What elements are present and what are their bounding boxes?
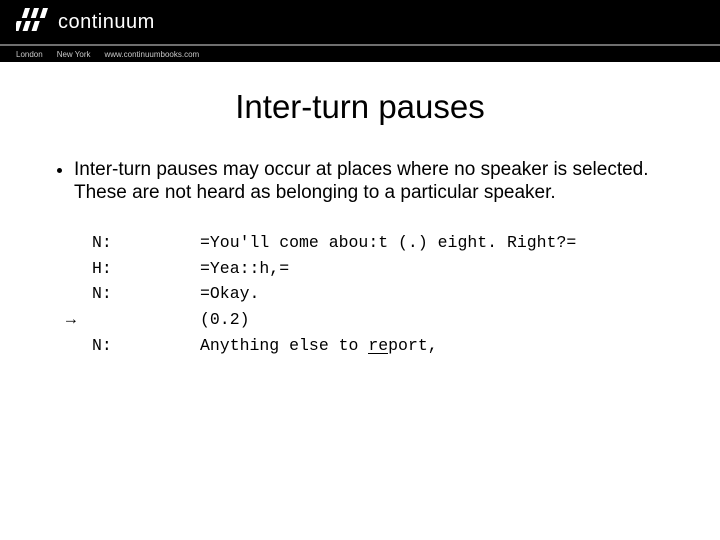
transcript-text-plain: port,: [388, 336, 438, 355]
transcript-speaker: N:: [92, 333, 200, 359]
transcript-row: → (0.2): [66, 307, 676, 333]
subnav-item-url: www.continuumbooks.com: [105, 50, 200, 59]
continuum-logo-icon: [16, 8, 50, 36]
slide-title: Inter-turn pauses: [0, 88, 720, 126]
transcript-row: N: =Okay.: [66, 281, 676, 307]
transcript-speaker: N:: [92, 230, 200, 256]
transcript-row: N: =You'll come abou:t (.) eight. Right?…: [66, 230, 676, 256]
transcript-text: =Okay.: [200, 281, 676, 307]
transcript-block: N: =You'll come abou:t (.) eight. Right?…: [56, 230, 676, 358]
header-bar: continuum London New York www.continuumb…: [0, 0, 720, 62]
logo: continuum: [16, 8, 155, 36]
transcript-text: Anything else to report,: [200, 333, 676, 359]
subnav-item-london: London: [16, 50, 43, 59]
transcript-text-plain: Anything else to: [200, 336, 368, 355]
transcript-arrow: [66, 256, 92, 282]
transcript-speaker: H:: [92, 256, 200, 282]
slide-body: Inter-turn pauses may occur at places wh…: [0, 158, 720, 358]
transcript-arrow: [66, 230, 92, 256]
header-top: continuum: [0, 0, 720, 44]
transcript-text: =You'll come abou:t (.) eight. Right?=: [200, 230, 676, 256]
transcript-text: =Yea::h,=: [200, 256, 676, 282]
transcript-text: (0.2): [200, 307, 676, 333]
transcript-arrow: [66, 333, 92, 359]
bullet-item: Inter-turn pauses may occur at places wh…: [74, 158, 676, 204]
transcript-row: H: =Yea::h,=: [66, 256, 676, 282]
transcript-arrow: →: [66, 307, 92, 333]
brand-name: continuum: [58, 11, 155, 34]
header-subnav: London New York www.continuumbooks.com: [0, 46, 720, 62]
transcript-underline: re: [368, 338, 388, 355]
bullet-list: Inter-turn pauses may occur at places wh…: [56, 158, 676, 204]
transcript-row: N: Anything else to report,: [66, 333, 676, 359]
subnav-item-newyork: New York: [57, 50, 91, 59]
transcript-speaker: [92, 307, 200, 333]
transcript-arrow: [66, 281, 92, 307]
transcript-speaker: N:: [92, 281, 200, 307]
